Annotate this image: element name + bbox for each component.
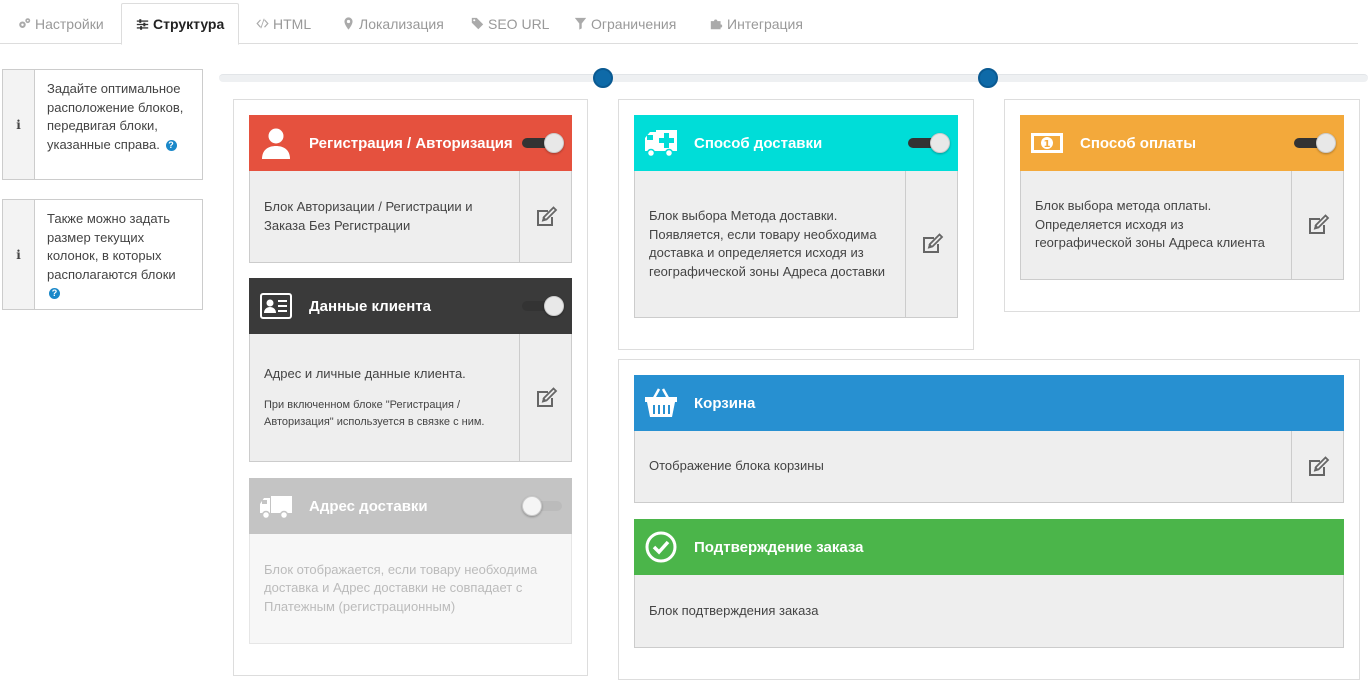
block-cart[interactable]: Корзина Отображение блока корзины: [634, 375, 1344, 503]
block-confirm[interactable]: Подтверждение заказа Блок подтверждения …: [634, 519, 1344, 648]
truck-icon: [258, 488, 294, 524]
info-box-columns: i Также можно задать размер текущих коло…: [2, 199, 203, 310]
column-slider-handle-1[interactable]: [593, 68, 613, 88]
tab-label: Структура: [153, 16, 225, 32]
block-address[interactable]: Адрес доставки Блок отображается, если т…: [249, 478, 572, 644]
block-note: При включенном блоке "Регистрация / Авто…: [264, 399, 485, 428]
block-auth[interactable]: Регистрация / Авторизация Блок Авторизац…: [249, 115, 572, 263]
block-header[interactable]: Корзина: [634, 375, 1344, 431]
question-icon[interactable]: ?: [49, 288, 60, 300]
id-card-icon: [258, 288, 294, 324]
block-description: Блок выбора метода оплаты. Определяется …: [1035, 198, 1265, 251]
info-text: Задайте оптимальное расположение блоков,…: [47, 81, 184, 152]
block-title: Данные клиента: [309, 297, 431, 315]
block-description: Блок подтверждения заказа: [649, 602, 819, 618]
edit-button[interactable]: [1291, 431, 1343, 502]
block-body: Адрес и личные данные клиента. При включ…: [249, 334, 572, 462]
info-icon: i: [3, 200, 35, 309]
tab-label: Локализация: [359, 15, 444, 32]
edit-icon: [533, 204, 559, 230]
filter-icon: [574, 17, 587, 30]
info-box-arrange: i Задайте оптимальное расположение блоко…: [2, 69, 203, 180]
tab-integration[interactable]: Интеграция: [696, 3, 817, 44]
block-customer[interactable]: Данные клиента Адрес и личные данные кли…: [249, 278, 572, 462]
check-circle-icon: [643, 529, 679, 565]
block-title: Корзина: [694, 394, 756, 412]
edit-button[interactable]: [519, 171, 571, 262]
block-description: Адрес и личные данные клиента.: [264, 365, 466, 381]
block-title: Подтверждение заказа: [694, 538, 864, 556]
tab-label: HTML: [273, 15, 312, 32]
tab-label: Ограничения: [591, 15, 677, 32]
map-marker-icon: [344, 17, 353, 30]
block-description: Отображение блока корзины: [649, 458, 824, 474]
tab-structure[interactable]: Структура: [121, 3, 240, 45]
gears-icon: [19, 18, 31, 28]
puzzle-icon: [710, 19, 723, 30]
tab-label: SEO URL: [488, 15, 550, 32]
block-title: Адрес доставки: [309, 497, 428, 515]
edit-icon: [919, 231, 945, 257]
block-header[interactable]: Данные клиента: [249, 278, 572, 334]
edit-icon: [533, 385, 559, 411]
block-description: Блок выбора Метода доставки. Появляется,…: [649, 208, 885, 279]
basket-icon: [643, 385, 679, 421]
svg-text:1: 1: [1044, 139, 1051, 150]
block-body: Блок Авторизации / Регистрации и Заказа …: [249, 171, 572, 263]
sliders-icon: [136, 18, 149, 30]
question-icon[interactable]: ?: [165, 139, 177, 151]
block-body: Блок выбора Метода доставки. Появляется,…: [634, 171, 958, 318]
tab-label: Интеграция: [727, 15, 803, 32]
edit-icon: [1305, 212, 1331, 238]
block-toggle[interactable]: [522, 133, 564, 153]
tab-restrictions[interactable]: Ограничения: [560, 3, 690, 44]
edit-button[interactable]: [519, 334, 571, 461]
block-title: Регистрация / Авторизация: [309, 134, 513, 152]
tab-html[interactable]: HTML: [242, 3, 325, 44]
ambulance-icon: [643, 125, 679, 161]
block-header[interactable]: Регистрация / Авторизация: [249, 115, 572, 171]
tab-label: Настройки: [35, 15, 104, 32]
block-body: Отображение блока корзины: [634, 431, 1344, 503]
tab-seo-url[interactable]: SEO URL: [457, 3, 563, 44]
info-text: Также можно задать размер текущих колоно…: [47, 211, 176, 282]
edit-button[interactable]: [905, 171, 957, 317]
block-title: Способ доставки: [694, 134, 823, 152]
block-header[interactable]: Подтверждение заказа: [634, 519, 1344, 575]
edit-button[interactable]: [1291, 171, 1343, 279]
tab-bar: Настройки Структура HTML Локализация SEO…: [0, 0, 1358, 45]
tab-localization[interactable]: Локализация: [328, 3, 458, 44]
tags-icon: [471, 17, 484, 30]
block-header[interactable]: Адрес доставки: [249, 478, 572, 534]
block-toggle[interactable]: [1294, 133, 1336, 153]
block-toggle[interactable]: [522, 496, 564, 516]
block-body: Блок выбора метода оплаты. Определяется …: [1020, 171, 1344, 280]
block-title: Способ оплаты: [1080, 134, 1197, 152]
user-icon: [258, 125, 294, 161]
block-body: Блок отображается, если товару необходим…: [249, 534, 572, 644]
block-toggle[interactable]: [908, 133, 950, 153]
block-shipping[interactable]: Способ доставки Блок выбора Метода доста…: [634, 115, 958, 318]
block-header[interactable]: 1 Способ оплаты: [1020, 115, 1344, 171]
block-payment[interactable]: 1 Способ оплаты Блок выбора метода оплат…: [1020, 115, 1344, 280]
info-icon: i: [3, 70, 35, 179]
code-icon: [256, 18, 269, 29]
block-toggle[interactable]: [522, 296, 564, 316]
money-icon: 1: [1029, 125, 1065, 161]
column-slider-track[interactable]: [219, 74, 1368, 82]
block-body: Блок подтверждения заказа: [634, 575, 1344, 648]
column-slider-handle-2[interactable]: [978, 68, 998, 88]
edit-icon: [1305, 454, 1331, 480]
block-description: Блок Авторизации / Регистрации и Заказа …: [264, 199, 473, 233]
tab-settings[interactable]: Настройки: [4, 3, 118, 44]
block-description: Блок отображается, если товару необходим…: [264, 561, 538, 614]
block-header[interactable]: Способ доставки: [634, 115, 958, 171]
